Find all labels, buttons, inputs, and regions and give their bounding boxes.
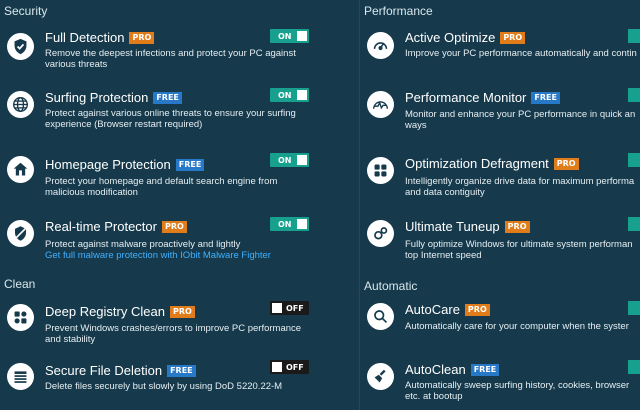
toggle-active-optimize[interactable]: [628, 29, 640, 43]
item-description: Protect against malware proactively and …: [45, 239, 315, 261]
toggle-ultimate-tuneup[interactable]: [628, 217, 640, 231]
toggle-optimization-defragment[interactable]: [628, 153, 640, 167]
shield-slash-icon: [7, 220, 34, 247]
item-description: Protect against various online threats t…: [45, 108, 296, 130]
item-title: Secure File Deletion FREE: [45, 363, 196, 378]
item-title: Deep Registry Clean PRO: [45, 304, 195, 319]
free-badge: FREE: [470, 364, 500, 376]
item-title: Active Optimize PRO: [405, 30, 526, 45]
broom-icon: [367, 363, 394, 390]
toggle-secure-file-deletion[interactable]: OFF: [270, 360, 309, 374]
item-title: Homepage Protection FREE: [45, 157, 205, 172]
item-realtime-protector: Real-time Protector PRO ON Protect agains…: [0, 216, 360, 276]
item-title: Surfing Protection FREE: [45, 90, 182, 105]
pro-badge: PRO: [504, 221, 530, 233]
toggle-performance-monitor[interactable]: [628, 88, 640, 102]
section-performance-label: Performance: [364, 4, 433, 18]
defrag-icon: [367, 157, 394, 184]
globe-icon: [7, 91, 34, 118]
section-automatic-label: Automatic: [364, 279, 418, 293]
malware-fighter-link[interactable]: Get full malware protection with IObit M…: [45, 250, 315, 261]
toggle-realtime-protector[interactable]: ON: [270, 217, 309, 231]
home-icon: [7, 156, 34, 183]
item-description: Fully optimize Windows for ultimate syst…: [405, 239, 633, 261]
toggle-autocare[interactable]: [628, 301, 640, 315]
magnifier-icon: [367, 303, 394, 330]
item-homepage-protection: Homepage Protection FREE ON Protect your …: [0, 153, 360, 213]
item-ultimate-tuneup: Ultimate Tuneup PRO Fully optimize Window…: [360, 216, 640, 276]
registry-icon: [7, 304, 34, 331]
shredder-icon: [7, 363, 34, 390]
item-description: Automatically sweep surfing history, coo…: [405, 380, 630, 402]
item-description: Automatically care for your computer whe…: [405, 321, 629, 332]
pro-badge: PRO: [553, 158, 579, 170]
pro-badge: PRO: [161, 221, 187, 233]
item-active-optimize: Active Optimize PRO Improve your PC perfo…: [360, 28, 640, 88]
item-title: AutoClean FREE: [405, 362, 500, 377]
item-title: Real-time Protector PRO: [45, 219, 187, 234]
item-description: Intelligently organize drive data for ma…: [405, 176, 635, 198]
gears-icon: [367, 220, 394, 247]
free-badge: FREE: [167, 365, 196, 377]
item-description: Monitor and enhance your PC performance …: [405, 109, 636, 131]
item-surfing-protection: Surfing Protection FREE ON Protect agains…: [0, 88, 360, 148]
pro-badge: PRO: [464, 304, 490, 316]
toggle-deep-registry-clean[interactable]: OFF: [270, 301, 309, 315]
free-badge: FREE: [153, 92, 182, 104]
pro-badge: PRO: [169, 306, 195, 318]
item-description: Improve your PC performance automaticall…: [405, 48, 637, 59]
free-badge: FREE: [531, 92, 560, 104]
item-autocare: AutoCare PRO Automatically care for your …: [360, 300, 640, 360]
item-description-text: Protect against malware proactively and …: [45, 239, 241, 250]
item-secure-file-deletion: Secure File Deletion FREE OFF Delete file…: [0, 360, 360, 410]
left-column: Security Full Detection PRO ON Remove the…: [0, 0, 360, 410]
item-title: AutoCare PRO: [405, 302, 490, 317]
free-badge: FREE: [175, 159, 205, 171]
toggle-full-detection[interactable]: ON: [270, 29, 309, 43]
item-description: Protect your homepage and default search…: [45, 176, 278, 198]
item-full-detection: Full Detection PRO ON Remove the deepest …: [0, 28, 360, 88]
section-clean-label: Clean: [4, 277, 36, 291]
item-description: Delete files securely but slowly by usin…: [45, 381, 283, 392]
item-autoclean: AutoClean FREE Automatically sweep surfin…: [360, 360, 640, 410]
item-title: Ultimate Tuneup PRO: [405, 219, 530, 234]
item-title: Optimization Defragment PRO: [405, 156, 579, 171]
pro-badge: PRO: [129, 32, 155, 44]
right-column: Performance Active Optimize PRO Improve y…: [360, 0, 640, 410]
pro-badge: PRO: [500, 32, 526, 44]
toggle-surfing-protection[interactable]: ON: [270, 88, 309, 102]
item-description: Prevent Windows crashes/errors to improv…: [45, 323, 302, 345]
item-description: Remove the deepest infections and protec…: [45, 48, 296, 70]
shield-check-icon: [7, 33, 34, 60]
speedometer-icon: [367, 32, 394, 59]
item-title: Full Detection PRO: [45, 30, 155, 45]
item-performance-monitor: Performance Monitor FREE Monitor and enha…: [360, 88, 640, 148]
item-title: Performance Monitor FREE: [405, 90, 560, 105]
item-optimization-defragment: Optimization Defragment PRO Intelligently…: [360, 153, 640, 213]
item-deep-registry-clean: Deep Registry Clean PRO OFF Prevent Windo…: [0, 300, 360, 360]
toggle-homepage-protection[interactable]: ON: [270, 153, 309, 167]
section-security-label: Security: [4, 4, 48, 18]
toggle-autoclean[interactable]: [628, 360, 640, 374]
pulse-icon: [367, 91, 394, 118]
